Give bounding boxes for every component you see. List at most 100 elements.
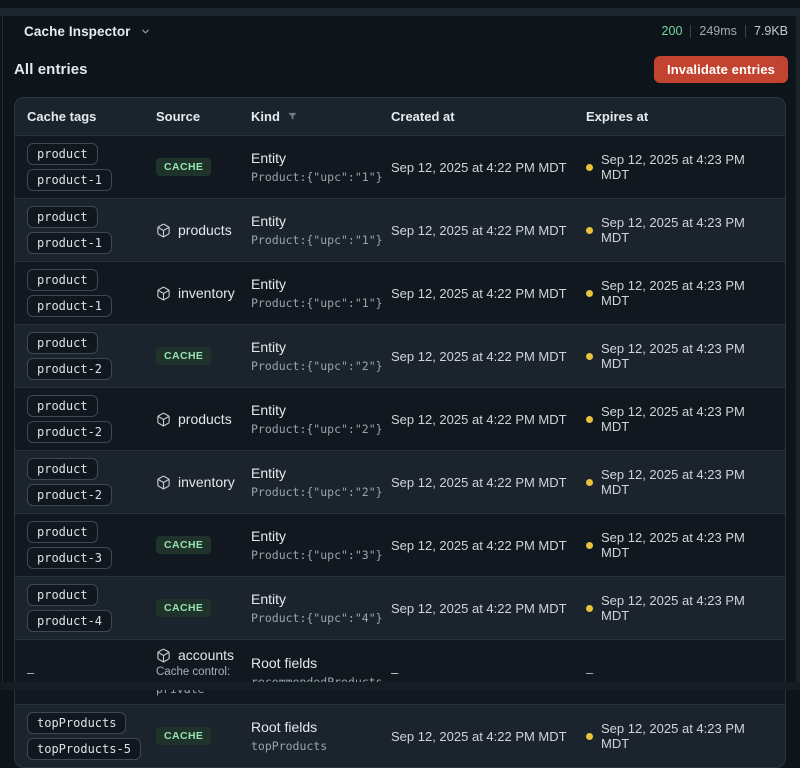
cache-tag-pill: topProducts bbox=[27, 712, 126, 734]
expires-at-cell: Sep 12, 2025 at 4:23 PM MDT bbox=[586, 341, 773, 371]
cache-source-badge: CACHE bbox=[156, 727, 211, 745]
cache-tag-pill: product bbox=[27, 269, 98, 291]
created-at-cell: Sep 12, 2025 at 4:22 PM MDT bbox=[391, 223, 586, 238]
kind-detail: Product:{"upc":"1"} bbox=[251, 170, 391, 184]
table-row[interactable]: productproduct-3 CACHE Entity Product:{"… bbox=[15, 513, 785, 576]
kind-cell: Entity Product:{"upc":"4"} bbox=[251, 591, 391, 625]
kind-cell: Entity Product:{"upc":"1"} bbox=[251, 150, 391, 184]
expires-date: Sep 12, 2025 at 4:23 PM MDT bbox=[601, 215, 773, 245]
table-body: productproduct-1 CACHE Entity Product:{"… bbox=[15, 135, 785, 767]
kind-label: Entity bbox=[251, 402, 391, 418]
request-stats: 200 249ms 7.9KB bbox=[662, 24, 788, 38]
table-row[interactable]: productproduct-2 inventory Entity Produc… bbox=[15, 450, 785, 513]
response-time: 249ms bbox=[699, 24, 737, 38]
cache-tag-pill: product bbox=[27, 206, 98, 228]
expires-at-cell: Sep 12, 2025 at 4:23 PM MDT bbox=[586, 467, 773, 497]
source-cell: CACHE bbox=[156, 158, 251, 176]
kind-cell: Entity Product:{"upc":"2"} bbox=[251, 402, 391, 436]
column-header-kind: Kind bbox=[251, 109, 391, 124]
kind-label: Entity bbox=[251, 528, 391, 544]
kind-label: Entity bbox=[251, 150, 391, 166]
filter-icon[interactable] bbox=[287, 111, 298, 122]
created-at-cell: Sep 12, 2025 at 4:22 PM MDT bbox=[391, 475, 586, 490]
empty-value: – bbox=[27, 665, 34, 680]
subgraph-source: products bbox=[156, 222, 251, 238]
cube-icon bbox=[156, 286, 171, 301]
column-header-cache-tags: Cache tags bbox=[27, 109, 156, 124]
source-cell: CACHE bbox=[156, 536, 251, 554]
table-row[interactable]: – accountsCache control:private Root fie… bbox=[15, 639, 785, 704]
created-at-cell: Sep 12, 2025 at 4:22 PM MDT bbox=[391, 286, 586, 301]
window-top-edge bbox=[0, 8, 800, 16]
table-row[interactable]: productproduct-2 CACHE Entity Product:{"… bbox=[15, 324, 785, 387]
expires-at-cell: Sep 12, 2025 at 4:23 PM MDT bbox=[586, 278, 773, 308]
subgraph-name: products bbox=[178, 222, 232, 238]
cache-tags-cell: productproduct-2 bbox=[27, 458, 156, 506]
subgraph-source: accounts bbox=[156, 647, 251, 663]
cache-tags-cell: topProducts topProducts-5 bbox=[27, 712, 156, 760]
kind-cell: Entity Product:{"upc":"2"} bbox=[251, 339, 391, 373]
table-header-row: Cache tags Source Kind Created at Expire… bbox=[15, 98, 785, 135]
expires-at-cell: Sep 12, 2025 at 4:23 PM MDT bbox=[586, 152, 773, 182]
source-cell: CACHE bbox=[156, 727, 251, 745]
column-header-expires-at: Expires at bbox=[586, 109, 773, 124]
kind-cell: Entity Product:{"upc":"1"} bbox=[251, 213, 391, 247]
invalidate-entries-button[interactable]: Invalidate entries bbox=[654, 56, 788, 83]
column-header-label: Created at bbox=[391, 109, 455, 124]
table-row[interactable]: productproduct-1 CACHE Entity Product:{"… bbox=[15, 135, 785, 198]
response-size: 7.9KB bbox=[754, 24, 788, 38]
expires-dot-icon bbox=[586, 416, 593, 423]
table-row[interactable]: productproduct-2 products Entity Product… bbox=[15, 387, 785, 450]
expires-at-cell: Sep 12, 2025 at 4:23 PM MDT bbox=[586, 593, 773, 623]
kind-label: Entity bbox=[251, 339, 391, 355]
cache-tag-pill: product bbox=[27, 395, 98, 417]
expires-dot-icon bbox=[586, 479, 593, 486]
cache-source-badge: CACHE bbox=[156, 599, 211, 617]
source-cell: products bbox=[156, 222, 251, 238]
cache-tag-pill: product-1 bbox=[27, 169, 112, 191]
expires-at-cell: Sep 12, 2025 at 4:23 PM MDT bbox=[586, 404, 773, 434]
expires-dot-icon bbox=[586, 733, 593, 740]
expires-dot-icon bbox=[586, 605, 593, 612]
column-header-label: Source bbox=[156, 109, 200, 124]
expires-date: Sep 12, 2025 at 4:23 PM MDT bbox=[601, 341, 773, 371]
panel-switcher[interactable]: Cache Inspector bbox=[24, 24, 151, 39]
cache-tag-pill: product-4 bbox=[27, 610, 112, 632]
source-cell: CACHE bbox=[156, 347, 251, 365]
expires-date: Sep 12, 2025 at 4:23 PM MDT bbox=[601, 593, 773, 623]
kind-detail: Product:{"upc":"1"} bbox=[251, 296, 391, 310]
cache-tag-pill: product-2 bbox=[27, 421, 112, 443]
created-at-cell: Sep 12, 2025 at 4:22 PM MDT bbox=[391, 729, 586, 744]
cube-icon bbox=[156, 648, 171, 663]
window-bottom-edge bbox=[0, 682, 800, 690]
table-row[interactable]: productproduct-1 products Entity Product… bbox=[15, 198, 785, 261]
cache-tag-pill: topProducts-5 bbox=[27, 738, 141, 760]
window-right-edge bbox=[796, 16, 800, 690]
kind-label: Entity bbox=[251, 591, 391, 607]
source-cell: CACHE bbox=[156, 599, 251, 617]
table-row[interactable]: productproduct-1 inventory Entity Produc… bbox=[15, 261, 785, 324]
status-code: 200 bbox=[662, 24, 683, 38]
created-at-cell: Sep 12, 2025 at 4:22 PM MDT bbox=[391, 601, 586, 616]
cache-tags-cell: productproduct-1 bbox=[27, 269, 156, 317]
cube-icon bbox=[156, 475, 171, 490]
kind-cell: Root fields topProducts bbox=[251, 719, 391, 753]
kind-detail: Product:{"upc":"1"} bbox=[251, 233, 391, 247]
cache-tags-cell: product product-2 bbox=[27, 395, 156, 443]
expires-date: Sep 12, 2025 at 4:23 PM MDT bbox=[601, 530, 773, 560]
kind-label: Entity bbox=[251, 213, 391, 229]
cache-tag-pill: product-2 bbox=[27, 484, 112, 506]
table-row[interactable]: topProducts topProducts-5 CACHE Root fiel… bbox=[15, 704, 785, 767]
created-at-cell: Sep 12, 2025 at 4:22 PM MDT bbox=[391, 160, 586, 175]
cache-tag-pill: product-3 bbox=[27, 547, 112, 569]
expires-date: Sep 12, 2025 at 4:23 PM MDT bbox=[601, 404, 773, 434]
source-cell: inventory bbox=[156, 285, 251, 301]
kind-detail: Product:{"upc":"2"} bbox=[251, 485, 391, 499]
cache-tags-cell: – bbox=[27, 665, 156, 680]
table-row[interactable]: productproduct-4 CACHE Entity Product:{"… bbox=[15, 576, 785, 639]
kind-label: Root fields bbox=[251, 719, 391, 735]
cache-entries-table: Cache tags Source Kind Created at Expire… bbox=[14, 97, 786, 768]
expires-dot-icon bbox=[586, 227, 593, 234]
expires-at-cell: Sep 12, 2025 at 4:23 PM MDT bbox=[586, 530, 773, 560]
column-header-source: Source bbox=[156, 109, 251, 124]
